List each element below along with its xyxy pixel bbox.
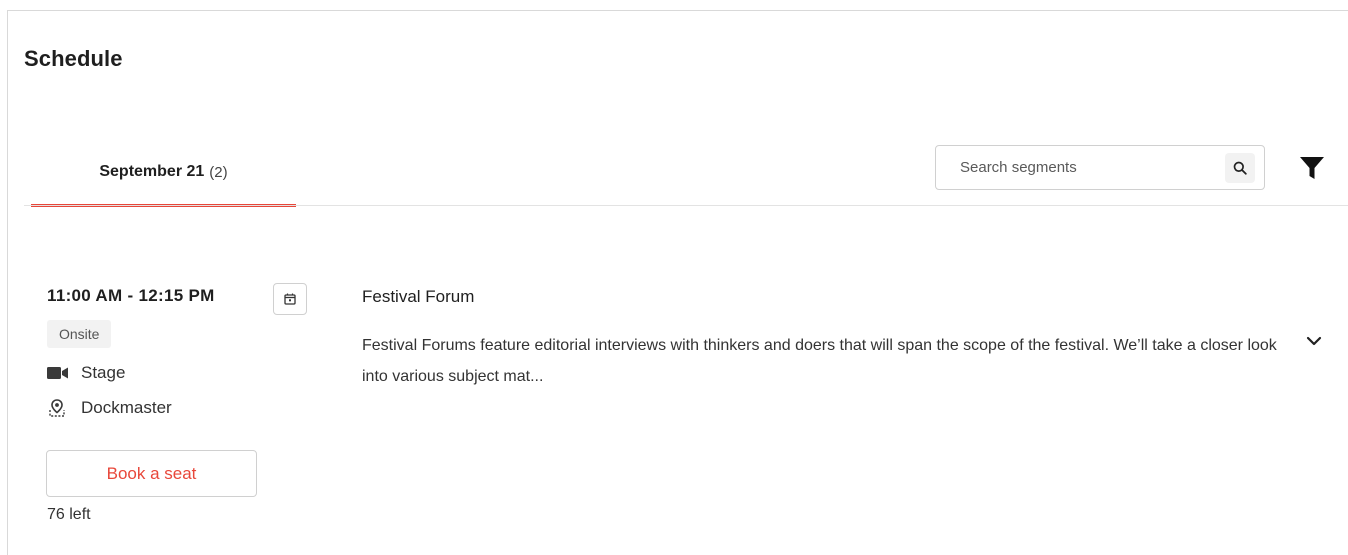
seats-left: 76 left — [47, 506, 91, 523]
session-time: 11:00 AM - 12:15 PM — [47, 286, 215, 305]
search-box — [935, 145, 1265, 190]
tab-count: (2) — [209, 163, 228, 181]
session-venue-label: Dockmaster — [81, 398, 172, 417]
chevron-down-icon — [1306, 336, 1322, 346]
status-badge: Onsite — [47, 320, 112, 348]
tabs-divider — [24, 205, 1348, 206]
page-title: Schedule — [24, 46, 123, 71]
session-format-label: Stage — [81, 363, 126, 382]
calendar-icon — [284, 293, 296, 305]
session-description: Festival Forums feature editorial interv… — [362, 337, 1277, 385]
search-input[interactable] — [936, 146, 1225, 189]
search-icon — [1233, 161, 1247, 175]
session-title[interactable]: Festival Forum — [362, 287, 474, 307]
tab-label: September 21 — [99, 163, 205, 180]
expand-session-button[interactable] — [1303, 330, 1325, 352]
filter-icon — [1299, 156, 1325, 180]
book-seat-button[interactable]: Book a seat — [46, 450, 257, 497]
add-to-calendar-button[interactable] — [273, 283, 307, 315]
video-camera-icon — [47, 364, 69, 382]
search-button[interactable] — [1225, 152, 1255, 183]
tab-september-21[interactable]: September 21 (2) — [31, 140, 296, 207]
session-venue: Dockmaster — [47, 398, 172, 418]
map-pin-icon — [47, 399, 69, 417]
filter-button[interactable] — [1298, 155, 1326, 181]
session-format: Stage — [47, 363, 125, 383]
